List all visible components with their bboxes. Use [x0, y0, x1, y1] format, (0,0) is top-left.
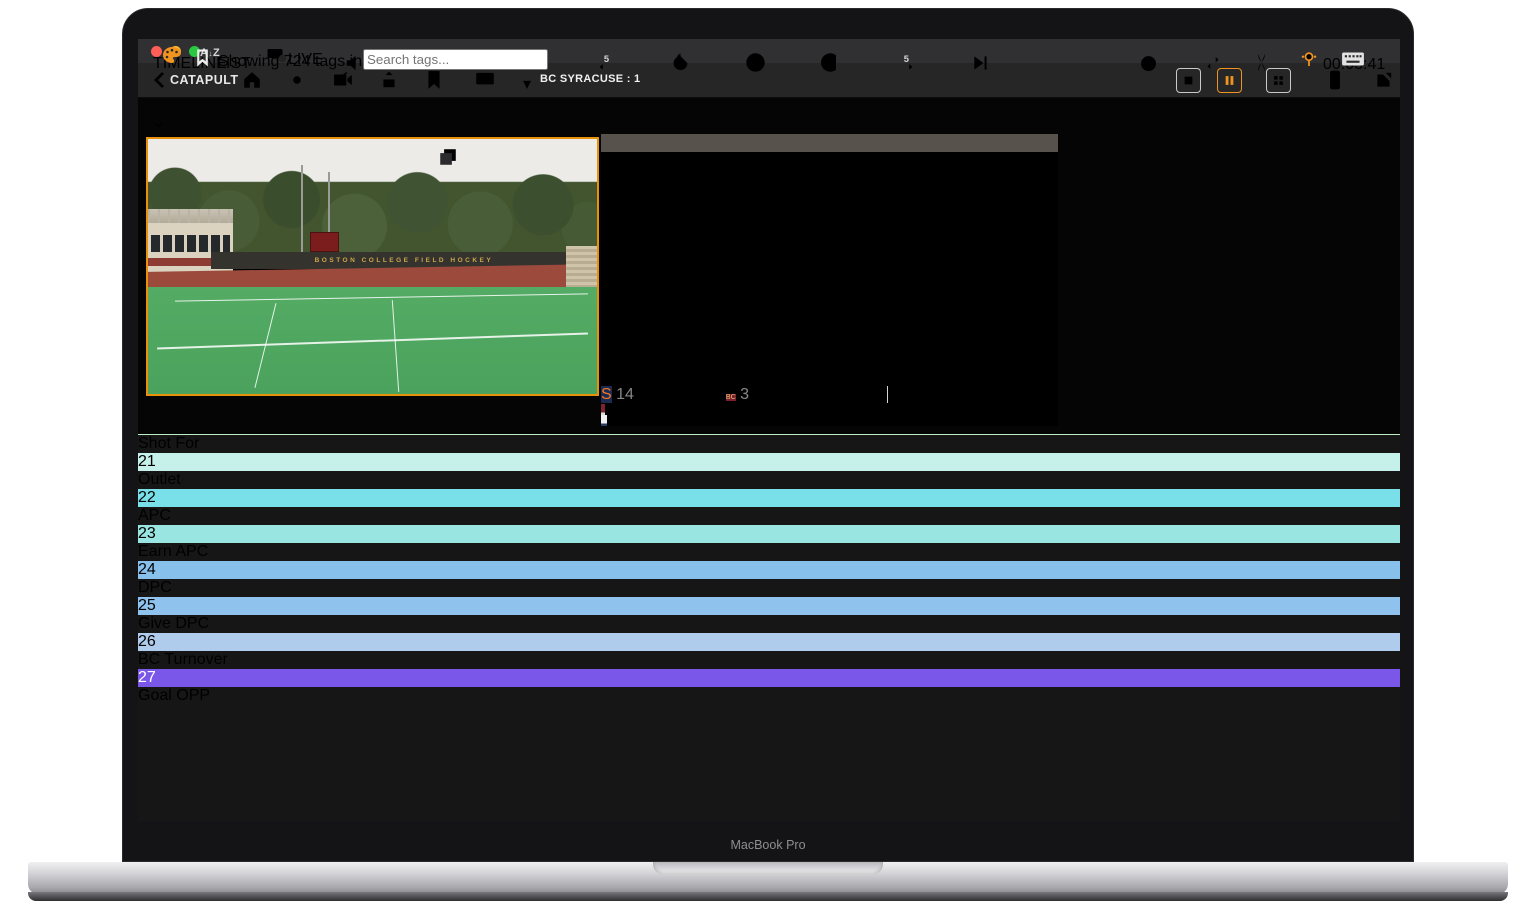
timeline-row: 21Outlet: [138, 453, 1400, 489]
timeline-row: 25Give DPC: [138, 597, 1400, 633]
back-5-seconds-icon[interactable]: 5: [594, 52, 616, 79]
row-badge[interactable]: 25: [138, 597, 1400, 615]
player-figure: [601, 415, 607, 426]
timeline-row: 24DPC: [138, 561, 1400, 597]
right-video-players: [601, 404, 1058, 426]
row-badge[interactable]: 27: [138, 669, 1400, 687]
video-right-broadcast[interactable]: ACCN S 14Syracuse 0 BC 3Boston Coll 0 1s…: [601, 134, 1058, 426]
duplicate-window-icon[interactable]: [438, 147, 458, 172]
svg-text:5: 5: [604, 54, 609, 64]
pin-marker-icon[interactable]: [1298, 49, 1320, 76]
template-menu-icon[interactable]: [156, 149, 174, 170]
video-region: ⌄ BOSTON COLLEGE FIELD HOCKEY: [138, 98, 1061, 434]
laptop-base-edge: [28, 892, 1508, 901]
scoreboard-overlay: S 14Syracuse 0 BC 3Boston Coll 0 1st 14:…: [601, 386, 1058, 404]
timeline-row: 27Goal OPP: [138, 669, 1400, 705]
timeline-row: 26BC Turnover: [138, 633, 1400, 669]
hourglass-icon[interactable]: [1251, 51, 1272, 79]
tags-bookmark-icon[interactable]: [194, 48, 211, 73]
video-left-wide-angle[interactable]: BOSTON COLLEGE FIELD HOCKEY: [146, 137, 599, 396]
filter-icon[interactable]: [546, 52, 564, 71]
laptop-base: [28, 862, 1508, 894]
player-figure: [601, 404, 605, 415]
svg-text:5: 5: [904, 54, 909, 64]
light-pole: [301, 165, 303, 257]
right-video-stands: [601, 149, 1058, 175]
stopwatch-add-icon[interactable]: [1137, 51, 1160, 79]
timeline-row: 23Earn APC: [138, 525, 1400, 561]
session-title[interactable]: BC SYRACUSE : 1: [540, 73, 640, 85]
row-label: Outlet: [138, 471, 1400, 489]
row-badge[interactable]: 24: [138, 561, 1400, 579]
catapult-logo: CATAPULT: [152, 72, 239, 88]
play-speed-icon[interactable]: [819, 51, 842, 79]
collapse-chevron-icon[interactable]: ⌄: [152, 112, 165, 132]
field-scoreboard: [310, 232, 339, 252]
row-label: BC Turnover: [138, 651, 1400, 669]
row-badge[interactable]: 26: [138, 633, 1400, 651]
bookmark-icon[interactable]: [425, 70, 443, 95]
boston-college-logo: BC: [726, 394, 736, 401]
laptop-lid: CATAPULT ▾ BC SYRACUSE : 1: [122, 8, 1414, 862]
timeline-row: [138, 705, 1400, 709]
share-upload-icon[interactable]: [379, 70, 399, 95]
home-icon[interactable]: [242, 70, 262, 95]
row-label: Shot For: [138, 435, 1400, 453]
settings-gear-icon[interactable]: [287, 70, 307, 95]
list-options-icon[interactable]: [160, 53, 178, 72]
row-badge[interactable]: 23: [138, 525, 1400, 543]
keyboard-icon[interactable]: [1341, 50, 1365, 73]
forward-5-seconds-icon[interactable]: 5: [896, 52, 918, 79]
main-content: ⌄ BOSTON COLLEGE FIELD HOCKEY: [138, 98, 1400, 434]
loop-icon[interactable]: [1201, 52, 1225, 79]
screen: CATAPULT ▾ BC SYRACUSE : 1: [138, 39, 1400, 821]
row-label: APC: [138, 507, 1400, 525]
row-badge[interactable]: 21: [138, 453, 1400, 471]
left-video-bleachers: [566, 246, 597, 287]
skip-end-icon[interactable]: [971, 53, 991, 78]
device-label: MacBook Pro: [123, 838, 1413, 852]
macbook-device: CATAPULT ▾ BC SYRACUSE : 1: [0, 0, 1536, 909]
syracuse-logo: S: [601, 386, 612, 403]
timeline-row: 22APC: [138, 489, 1400, 525]
row-label: DPC: [138, 579, 1400, 597]
search-input[interactable]: [363, 49, 548, 70]
display-icon[interactable]: [474, 70, 496, 95]
single-view-button[interactable]: [1176, 68, 1201, 93]
play-icon[interactable]: [744, 51, 767, 79]
row-label: Give DPC: [138, 615, 1400, 633]
replay-icon[interactable]: [669, 51, 692, 79]
row-badge[interactable]: 22: [138, 489, 1400, 507]
row-label: Goal OPP: [138, 687, 1400, 705]
row-label: Earn APC: [138, 543, 1400, 561]
